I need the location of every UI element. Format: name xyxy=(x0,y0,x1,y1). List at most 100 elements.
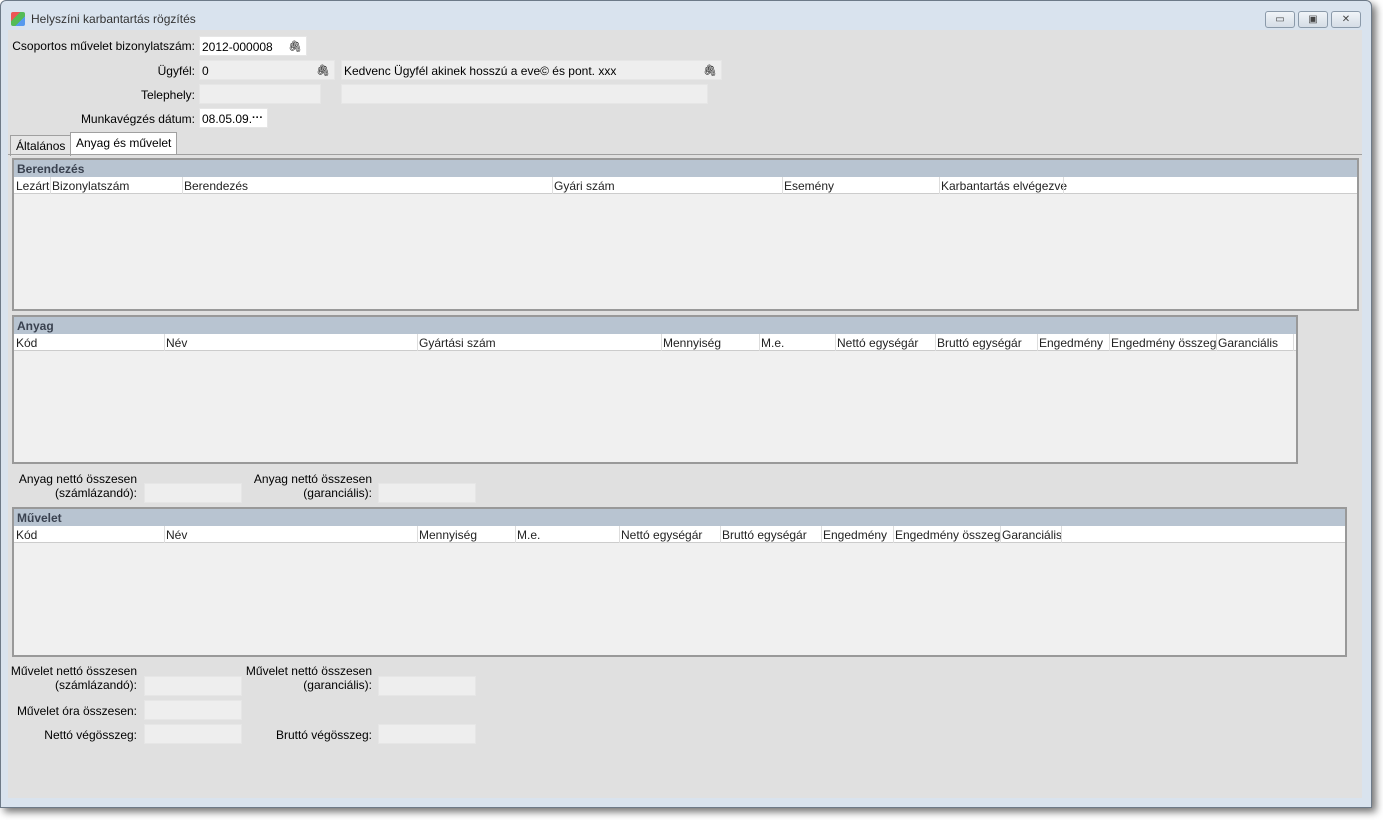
customer-name-field[interactable]: Kedvenc Ügyfél akinek hosszú a eve© és p… xyxy=(341,60,722,80)
customer-code-value: 0 xyxy=(202,64,209,78)
label-line: (számlázandó): xyxy=(54,678,137,692)
column-header[interactable]: Esemény xyxy=(784,179,834,193)
column-divider[interactable] xyxy=(1063,177,1064,194)
column-header[interactable]: Bizonylatszám xyxy=(52,179,129,193)
close-button[interactable]: ✕ xyxy=(1331,11,1361,28)
column-header[interactable]: M.e. xyxy=(517,528,540,542)
column-header[interactable]: Garanciális xyxy=(1218,336,1278,350)
label-line: (számlázandó): xyxy=(54,486,137,500)
column-divider[interactable] xyxy=(759,334,760,351)
operation-hours-label: Művelet óra összesen: xyxy=(16,704,137,718)
column-header[interactable]: Név xyxy=(166,528,187,542)
column-header[interactable]: Kód xyxy=(16,528,37,542)
column-divider[interactable] xyxy=(552,177,553,194)
operation-net-billable-label: Művelet nettó összesen (számlázandó): xyxy=(11,664,137,692)
column-header[interactable]: Nettó egységár xyxy=(621,528,702,542)
operation-title: Művelet xyxy=(14,509,1345,526)
column-divider[interactable] xyxy=(935,334,936,351)
site-name-field[interactable] xyxy=(341,84,708,104)
date-field[interactable]: 08.05.09. ··· xyxy=(199,108,268,128)
app-icon xyxy=(11,12,25,26)
equipment-panel: Berendezés Lezárt Bizonylatszám Berendezés… xyxy=(12,158,1359,311)
material-panel: Anyag Kód Név Gyártási szám Mennyiség M.e. Ne… xyxy=(12,315,1298,464)
label-line: (garanciális): xyxy=(303,486,372,500)
column-header[interactable]: Berendezés xyxy=(184,179,248,193)
net-total-label: Nettó végösszeg: xyxy=(44,728,137,742)
label-line: Anyag nettó összesen xyxy=(18,472,137,486)
paperclip-icon[interactable]: 🖇 xyxy=(316,64,330,77)
customer-name-value: Kedvenc Ügyfél akinek hosszú a eve© és p… xyxy=(344,64,617,78)
gross-total-label: Bruttó végösszeg: xyxy=(275,728,372,742)
operation-net-billable-field[interactable] xyxy=(144,676,242,696)
gross-total-field[interactable] xyxy=(378,724,476,744)
column-header[interactable]: Mennyiség xyxy=(419,528,477,542)
column-divider[interactable] xyxy=(515,526,516,543)
tab-general[interactable]: Általános xyxy=(10,135,72,156)
group-doc-value: 2012-000008 xyxy=(202,40,273,54)
column-divider[interactable] xyxy=(164,526,165,543)
column-header[interactable]: Engedmény xyxy=(823,528,887,542)
customer-code-field[interactable]: 0 🖇 xyxy=(199,60,335,80)
date-label: Munkavégzés dátum: xyxy=(80,112,195,126)
column-divider[interactable] xyxy=(1293,334,1294,351)
paperclip-icon[interactable]: 🖇 xyxy=(288,40,302,53)
column-divider[interactable] xyxy=(661,334,662,351)
operation-net-warranty-field[interactable] xyxy=(378,676,476,696)
maximize-button[interactable]: ▣ xyxy=(1298,11,1328,28)
material-column-headers: Kód Név Gyártási szám Mennyiség M.e. Nettó eg… xyxy=(14,334,1296,351)
column-divider[interactable] xyxy=(720,526,721,543)
operation-hours-field[interactable] xyxy=(144,700,242,720)
column-header[interactable]: Engedmény összeg xyxy=(895,528,1000,542)
column-header[interactable]: Garanciális xyxy=(1002,528,1062,542)
net-total-field[interactable] xyxy=(144,724,242,744)
column-divider[interactable] xyxy=(1037,334,1038,351)
equipment-column-headers: Lezárt Bizonylatszám Berendezés Gyári szám E… xyxy=(14,177,1357,194)
operation-net-warranty-label: Művelet nettó összesen (garanciális): xyxy=(246,664,372,692)
column-divider[interactable] xyxy=(619,526,620,543)
column-divider[interactable] xyxy=(782,177,783,194)
tab-material-operation[interactable]: Anyag és művelet xyxy=(70,132,178,155)
material-net-billable-field[interactable] xyxy=(144,483,242,503)
column-divider[interactable] xyxy=(1061,526,1062,543)
column-header[interactable]: Bruttó egységár xyxy=(722,528,807,542)
minimize-button[interactable]: ▭ xyxy=(1265,11,1295,28)
site-code-field[interactable] xyxy=(199,84,321,104)
column-divider[interactable] xyxy=(417,334,418,351)
column-header[interactable]: Engedmény összeg xyxy=(1111,336,1216,350)
column-header[interactable]: Gyári szám xyxy=(554,179,615,193)
column-divider[interactable] xyxy=(821,526,822,543)
material-title: Anyag xyxy=(14,317,1296,334)
column-divider[interactable] xyxy=(835,334,836,351)
column-header[interactable]: Lezárt xyxy=(16,179,49,193)
column-header[interactable]: M.e. xyxy=(761,336,784,350)
group-doc-field[interactable]: 2012-000008 🖇 xyxy=(199,36,307,56)
customer-label: Ügyfél: xyxy=(157,64,195,78)
operation-panel: Művelet Kód Név Mennyiség M.e. Nettó egységá… xyxy=(12,507,1347,657)
column-divider[interactable] xyxy=(50,177,51,194)
column-divider[interactable] xyxy=(1216,334,1217,351)
material-net-warranty-label: Anyag nettó összesen (garanciális): xyxy=(254,472,372,500)
column-header[interactable]: Nettó egységár xyxy=(837,336,918,350)
column-divider[interactable] xyxy=(164,334,165,351)
column-header[interactable]: Mennyiség xyxy=(663,336,721,350)
column-divider[interactable] xyxy=(1000,526,1001,543)
date-picker-button[interactable]: ··· xyxy=(252,112,263,124)
column-header[interactable]: Engedmény xyxy=(1039,336,1103,350)
column-divider[interactable] xyxy=(1109,334,1110,351)
column-divider[interactable] xyxy=(939,177,940,194)
paperclip-icon[interactable]: 🖇 xyxy=(703,64,717,77)
column-header[interactable]: Név xyxy=(166,336,187,350)
column-header[interactable]: Bruttó egységár xyxy=(937,336,1022,350)
column-divider[interactable] xyxy=(417,526,418,543)
site-label: Telephely: xyxy=(140,88,195,102)
window-title: Helyszíni karbantartás rögzítés xyxy=(31,12,196,26)
column-divider[interactable] xyxy=(182,177,183,194)
label-line: (garanciális): xyxy=(303,678,372,692)
column-header[interactable]: Kód xyxy=(16,336,37,350)
column-header[interactable]: Gyártási szám xyxy=(419,336,496,350)
group-doc-label: Csoportos művelet bizonylatszám: xyxy=(12,39,195,53)
operation-column-headers: Kód Név Mennyiség M.e. Nettó egységár Bruttó … xyxy=(14,526,1345,543)
column-divider[interactable] xyxy=(893,526,894,543)
material-net-warranty-field[interactable] xyxy=(378,483,476,503)
column-header[interactable]: Karbantartás elvégezve xyxy=(941,179,1067,193)
